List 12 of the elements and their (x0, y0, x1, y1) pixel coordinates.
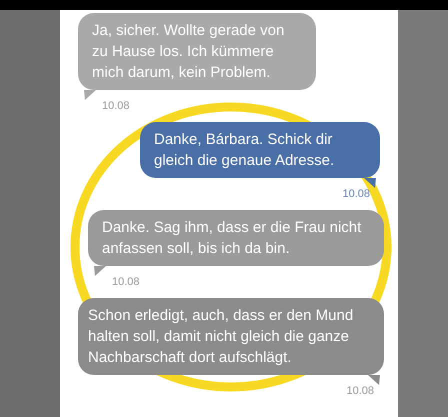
bubble-tail-icon (364, 178, 376, 188)
message-bubble: Danke, Bárbara. Schick dir gleich die genaue Adresse. (140, 122, 380, 178)
message-time: 10.08 (112, 276, 141, 288)
message-bubble: Ja, sicher. Wollte gerade von zu Hause los. Ich kümmere mich darum, kein Problem. (78, 13, 316, 90)
bubble-tail-icon (94, 266, 106, 276)
bubble-tail-icon (84, 90, 96, 100)
bubble-tail-icon (368, 375, 380, 385)
message-bubble: Schon erledigt, auch, dass er den Mund halten soll, damit nicht gleich die ganze Nachbarschaft dort aufschlägt. (78, 298, 384, 375)
message-time: 10.08 (346, 385, 374, 397)
message-time: 10.08 (342, 188, 370, 200)
message-time: 10.08 (102, 100, 131, 112)
message-bubble: Danke. Sag ihm, dass er die Frau nicht anfassen soll, bis ich da bin. (88, 210, 384, 266)
